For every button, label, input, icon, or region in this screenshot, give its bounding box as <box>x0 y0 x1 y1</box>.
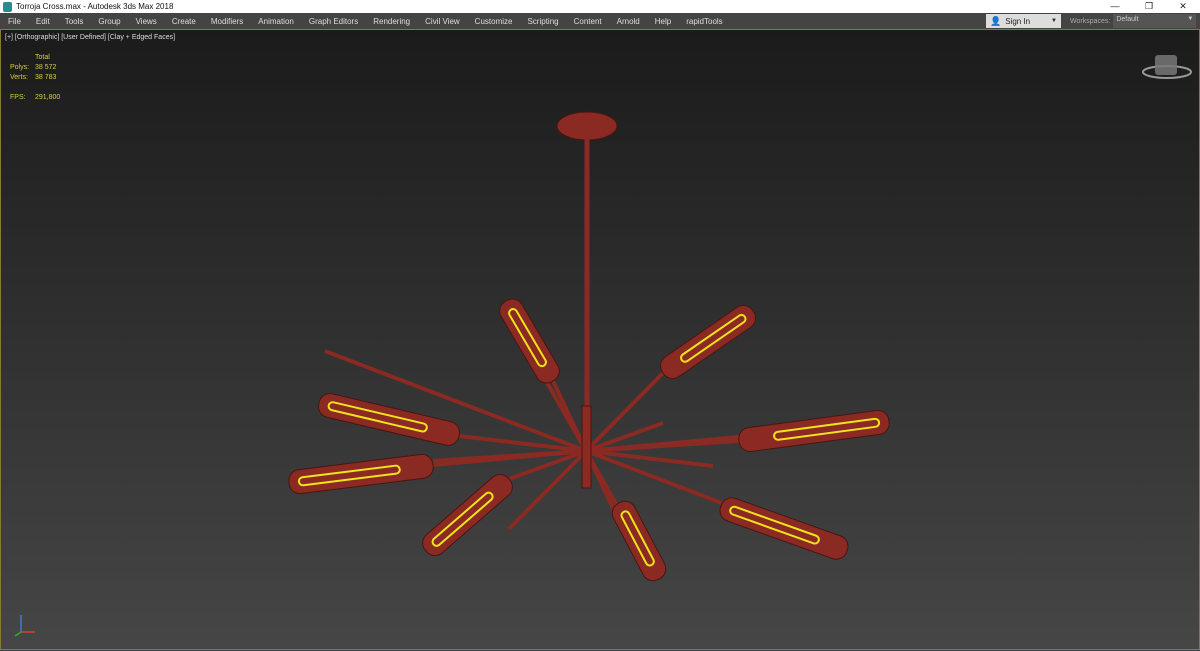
menu-views[interactable]: Views <box>128 17 164 26</box>
menu-edit[interactable]: Edit <box>28 17 57 26</box>
lamp-shade <box>738 409 890 453</box>
workspaces-value: Default <box>1116 16 1139 23</box>
viewport-perspective[interactable]: [+] [Orthographic] [User Defined] [Clay … <box>0 29 1200 650</box>
menu-rapidtools[interactable]: rapidTools <box>678 17 729 26</box>
title-bar: Torroja Cross.max - Autodesk 3ds Max 201… <box>0 0 1200 13</box>
restore-button[interactable]: ❐ <box>1132 0 1166 13</box>
canopy <box>556 111 618 141</box>
menu-animation[interactable]: Animation <box>250 17 301 26</box>
lamp <box>719 497 849 560</box>
menu-bar: File Edit Tools Group Views Create Modif… <box>0 13 1200 29</box>
user-icon: 👤 <box>990 15 1002 26</box>
lamp <box>499 298 560 384</box>
app-icon <box>3 1 12 12</box>
menu-rendering[interactable]: Rendering <box>365 17 417 26</box>
lamp <box>738 409 890 453</box>
menu-file[interactable]: File <box>0 17 28 26</box>
minimize-button[interactable]: — <box>1098 0 1132 13</box>
menu-arnold[interactable]: Arnold <box>609 17 647 26</box>
window-title: Torroja Cross.max - Autodesk 3ds Max 201… <box>16 2 174 11</box>
chevron-down-icon: ▼ <box>1187 16 1194 22</box>
lamp-shade <box>422 473 513 557</box>
chandelier-model[interactable] <box>288 111 891 585</box>
menu-help[interactable]: Help <box>647 17 678 26</box>
menu-tools[interactable]: Tools <box>57 17 91 26</box>
lamp-shade <box>659 304 757 380</box>
lamp-shade <box>719 497 849 560</box>
workspaces-label: Workspaces: <box>1070 17 1111 25</box>
workspaces: Workspaces: Default ▼ <box>1070 14 1197 28</box>
lamp <box>288 453 434 495</box>
lamp-shade <box>288 453 434 495</box>
workspaces-select[interactable]: Default ▼ <box>1113 14 1197 28</box>
menu-graph-editors[interactable]: Graph Editors <box>301 17 365 26</box>
menu-customize[interactable]: Customize <box>467 17 520 26</box>
center-hub <box>581 405 592 489</box>
lamp <box>317 393 461 446</box>
lamp <box>659 304 757 380</box>
lamp-shade <box>499 298 560 384</box>
menu-group[interactable]: Group <box>90 17 127 26</box>
lamp-shade <box>611 500 667 582</box>
menu-scripting[interactable]: Scripting <box>519 17 565 26</box>
sign-in-button[interactable]: 👤 Sign In ▼ <box>986 14 1061 28</box>
viewcube-icon[interactable] <box>1142 55 1192 79</box>
scene <box>14 55 1192 637</box>
menu-modifiers[interactable]: Modifiers <box>203 17 250 26</box>
menu-content[interactable]: Content <box>566 17 609 26</box>
chevron-down-icon: ▼ <box>1051 18 1057 24</box>
menu-create[interactable]: Create <box>164 17 203 26</box>
menu-civil-view[interactable]: Civil View <box>417 17 467 26</box>
lamp <box>422 473 513 557</box>
sign-in-label: Sign In <box>1005 16 1031 26</box>
lamp-shade <box>317 393 461 446</box>
axis-tripod-icon <box>14 615 35 637</box>
lamp <box>611 500 667 582</box>
close-button[interactable]: ✕ <box>1166 0 1200 13</box>
